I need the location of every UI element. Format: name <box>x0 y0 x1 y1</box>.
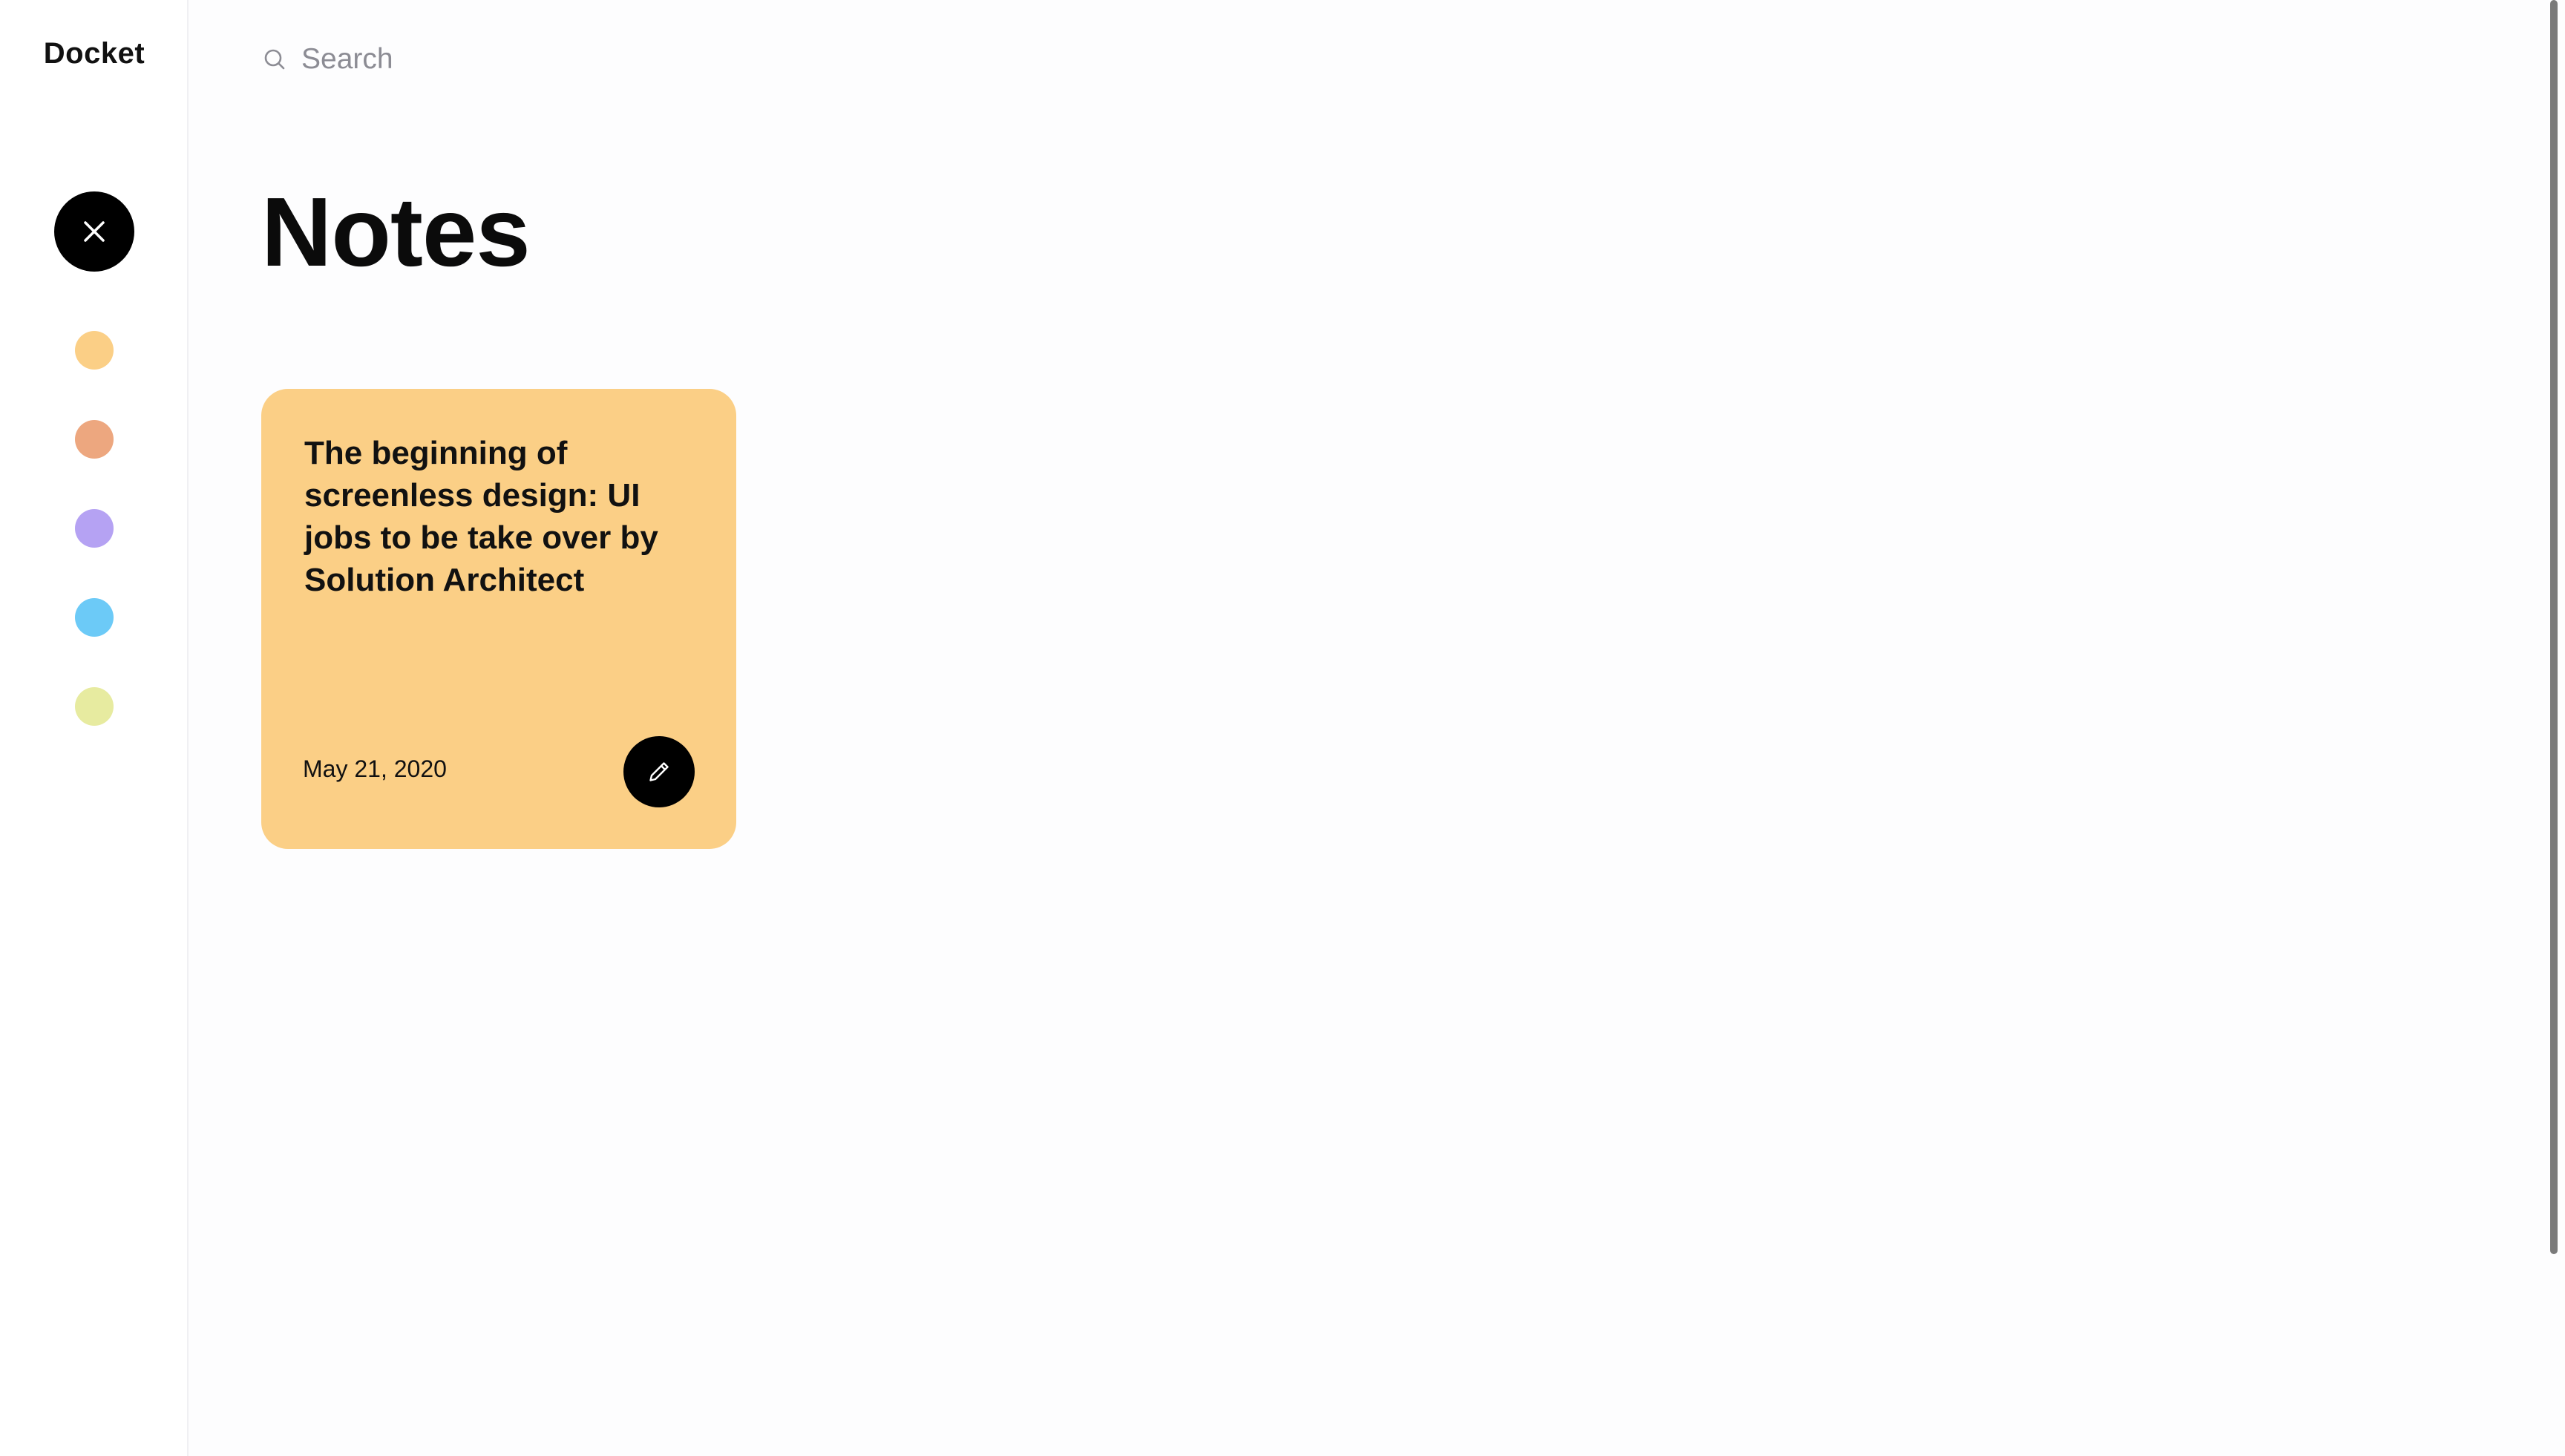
note-text: The beginning of screenless design: UI j… <box>304 435 658 598</box>
sidebar: Docket <box>0 0 189 1456</box>
app-window: Docket Notes The beginning of screenless… <box>0 0 2565 1456</box>
color-swatch-lime[interactable] <box>75 687 114 726</box>
close-icon <box>84 221 105 242</box>
color-swatch-orange[interactable] <box>75 420 114 459</box>
note-card[interactable]: The beginning of screenless design: UI j… <box>261 389 736 849</box>
page-title: Notes <box>261 177 531 286</box>
color-swatch-blue[interactable] <box>75 598 114 637</box>
search-icon <box>261 46 288 73</box>
pencil-icon <box>649 762 669 781</box>
color-swatch-yellow[interactable] <box>75 331 114 370</box>
scrollbar[interactable] <box>2550 0 2558 1254</box>
search-bar <box>261 37 929 82</box>
edit-note-button[interactable] <box>623 736 695 807</box>
search-input[interactable] <box>301 43 895 76</box>
color-swatch-purple[interactable] <box>75 509 114 548</box>
note-date: May 21, 2020 <box>303 755 447 782</box>
app-logo: Docket <box>43 37 145 70</box>
close-button[interactable] <box>54 191 134 272</box>
